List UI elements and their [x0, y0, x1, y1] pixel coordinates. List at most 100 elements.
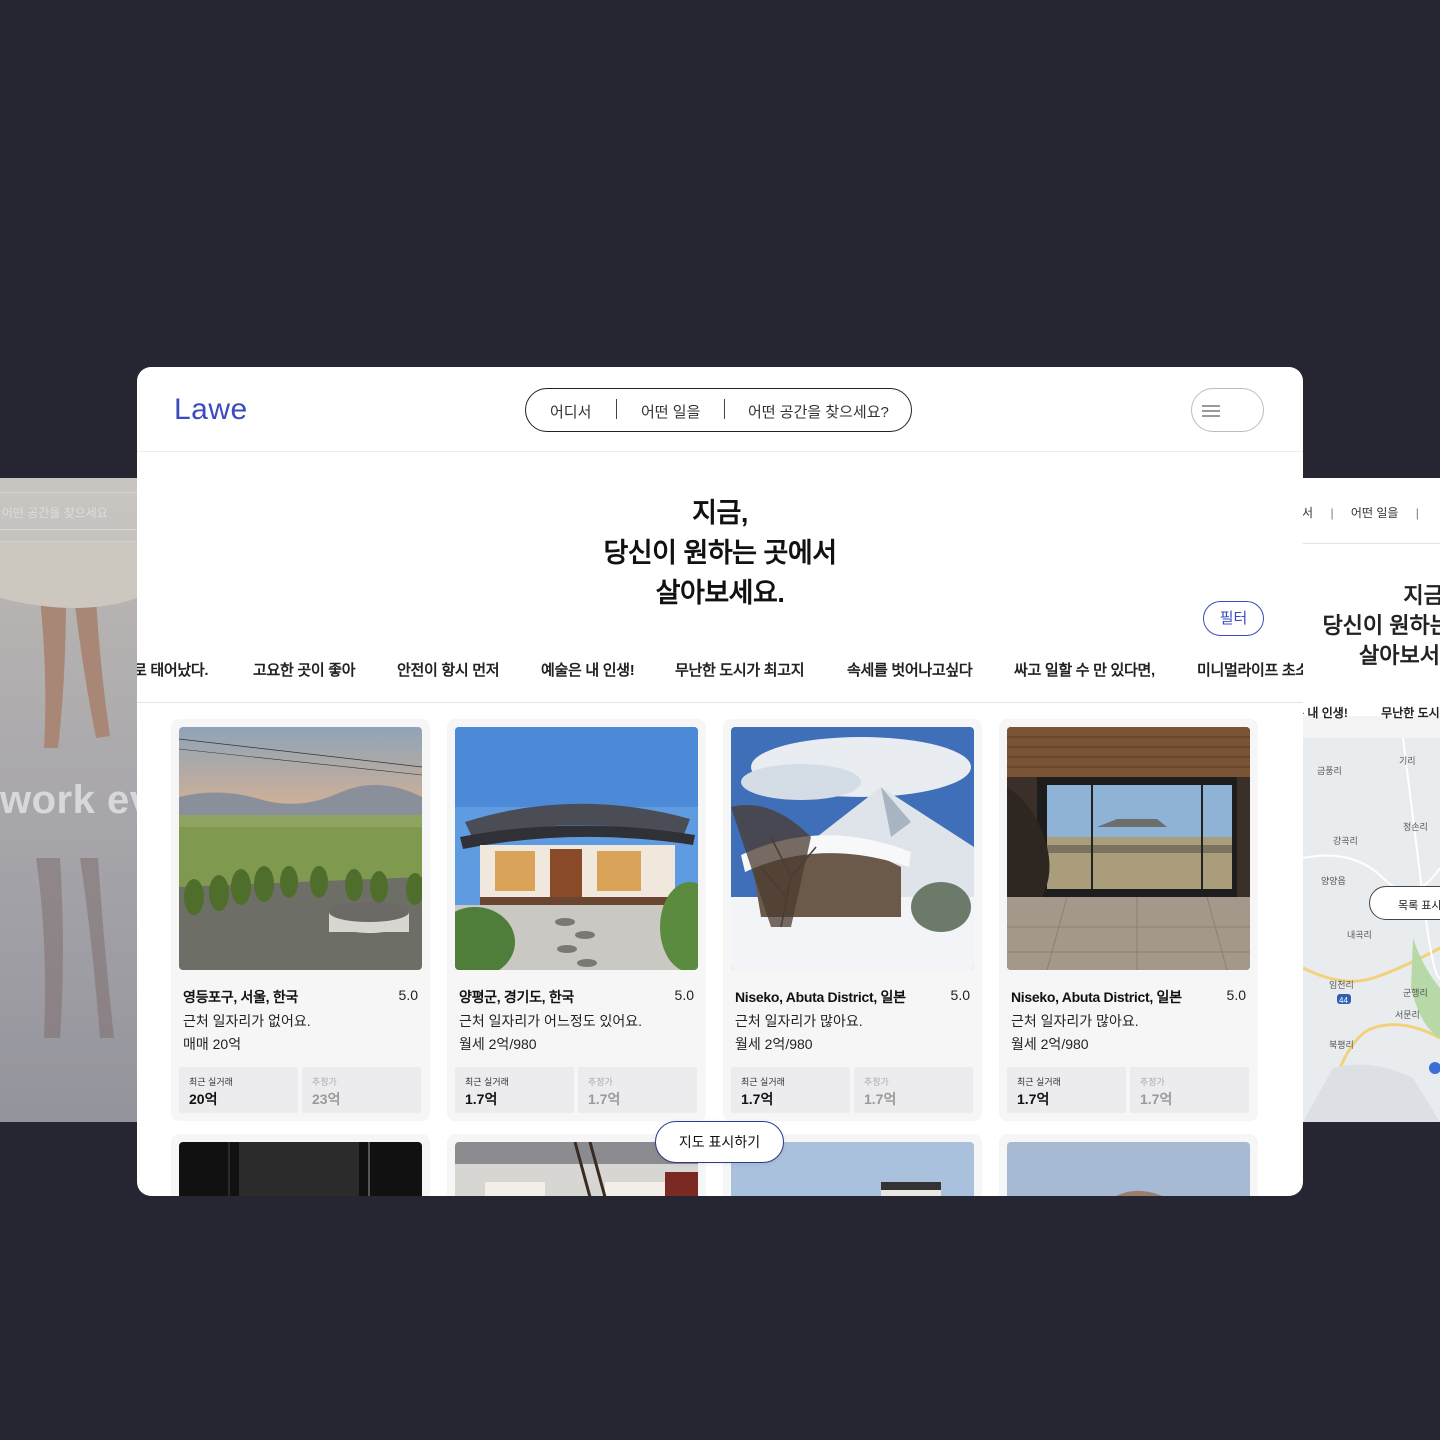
estimate-value: 1.7억 [588, 1091, 621, 1107]
map-label: 북평리 [1329, 1040, 1354, 1050]
listing-photo[interactable] [455, 727, 698, 970]
listing-photo[interactable] [1007, 727, 1250, 970]
logo[interactable]: Lawe [174, 393, 248, 427]
category-tag[interactable]: 안전이 항시 먼저 [397, 659, 500, 680]
estimate-value: 1.7억 [864, 1091, 897, 1107]
category-tag[interactable]: 고요한 곳이 좋아 [253, 659, 356, 680]
right-preview-list-button: 목록 표시하 [1369, 886, 1440, 920]
listing-price: 월세 2억/980 [735, 1036, 813, 1052]
listing-price: 매매 20억 [183, 1036, 242, 1052]
category-tag[interactable]: 속세를 벗어나고싶다 [847, 659, 973, 680]
recent-transaction-box: 최근 실거래 1.7억 [731, 1067, 850, 1113]
listing-card[interactable]: 영등포구, 서울, 한국 5.0 근처 일자리가 없어요. 매매 20억 최근 … [171, 719, 430, 1121]
recent-transaction-box: 최근 실거래 1.7억 [1007, 1067, 1126, 1113]
hero-heading: 지금, 당신이 원하는 곳에서 살아보세요. [137, 493, 1303, 613]
recent-transaction-label: 최근 실거래 [741, 1077, 785, 1087]
listing-photo[interactable] [179, 727, 422, 970]
listing-location: Niseko, Abuta District, 일본 [735, 989, 906, 1005]
map-label: 금풍리 [1317, 766, 1342, 776]
search-where[interactable]: 어디서 [550, 401, 591, 422]
category-tag[interactable]: 로 태어났다. [137, 659, 209, 680]
left-preview-panel: 을 | 어떤 공간을 찾으세요 work ev [0, 478, 137, 1122]
search-bar[interactable]: 어디서 어떤 일을 어떤 공간을 찾으세요? [525, 388, 912, 432]
estimate-box: 추정가 1.7억 [1130, 1067, 1249, 1113]
map-label: 서문리 [1395, 1010, 1420, 1020]
hero-line: 살아보세요. [655, 578, 785, 608]
listing-rating: 5.0 [1226, 987, 1246, 1003]
estimate-label: 추정가 [864, 1077, 889, 1087]
recent-transaction-box: 최근 실거래 20억 [179, 1067, 298, 1113]
listing-rating: 5.0 [674, 987, 694, 1003]
map-label: 군행리 [1403, 988, 1428, 998]
listing-price: 월세 2억/980 [459, 1036, 537, 1052]
search-space[interactable]: 어떤 공간을 찾으세요? [748, 401, 889, 422]
recent-transaction-label: 최근 실거래 [465, 1077, 509, 1087]
right-preview-hero-line: 당신이 원하는 [1322, 613, 1440, 638]
filter-button[interactable]: 필터 [1203, 601, 1264, 636]
recent-transaction-label: 최근 실거래 [1017, 1077, 1061, 1087]
search-what[interactable]: 어떤 일을 [641, 401, 700, 422]
listing-card[interactable] [171, 1134, 430, 1196]
right-preview-hero: 지금, 당신이 원하는 살아보서 [1303, 544, 1440, 716]
recent-transaction-box: 최근 실거래 1.7억 [455, 1067, 574, 1113]
right-preview-tags: 은 내 인생! 무난한 도시 [1303, 704, 1440, 721]
estimate-label: 추정가 [1140, 1077, 1165, 1087]
category-tag[interactable]: 미니멀라이프 초소 [1197, 659, 1303, 680]
right-preview-hero-line: 살아보서 [1359, 643, 1440, 668]
recent-transaction-value: 1.7억 [741, 1091, 774, 1107]
listing-photo[interactable] [179, 1142, 422, 1196]
right-preview-tag: 무난한 도시 [1381, 706, 1440, 720]
listing-description: 근처 일자리가 없어요. [183, 1013, 311, 1029]
show-map-button[interactable]: 지도 표시하기 [655, 1121, 784, 1163]
map-label: 강곡리 [1333, 836, 1358, 846]
estimate-value: 23억 [312, 1091, 341, 1107]
left-preview-veil [0, 478, 137, 1122]
right-preview-map: 금풍리 기리 정손리 강곡리 양양읍 내곡리 임천리 군행리 서문리 북평리 4… [1303, 738, 1440, 1122]
listing-card[interactable]: Niseko, Abuta District, 일본 5.0 근처 일자리가 많… [999, 719, 1258, 1121]
estimate-box: 추정가 1.7억 [854, 1067, 973, 1113]
recent-transaction-label: 최근 실거래 [189, 1077, 233, 1087]
right-preview-nav-item: 어떤 일을 [1350, 506, 1399, 520]
recent-transaction-value: 20억 [189, 1091, 218, 1107]
search-divider [616, 399, 617, 419]
listing-location: 양평군, 경기도, 한국 [459, 989, 574, 1005]
search-divider [724, 399, 725, 419]
category-tag[interactable]: 무난한 도시가 최고지 [675, 659, 805, 680]
right-preview-tag: 은 내 인생! [1303, 706, 1348, 720]
estimate-value: 1.7억 [1140, 1091, 1173, 1107]
map-label: 정손리 [1403, 822, 1428, 832]
listing-card[interactable] [999, 1134, 1258, 1196]
map-label: 기리 [1399, 756, 1416, 766]
recent-transaction-value: 1.7억 [465, 1091, 498, 1107]
listing-location: Niseko, Abuta District, 일본 [1011, 989, 1182, 1005]
listing-card[interactable]: 양평군, 경기도, 한국 5.0 근처 일자리가 어느정도 있어요. 월세 2억… [447, 719, 706, 1121]
listing-card[interactable]: Niseko, Abuta District, 일본 5.0 근처 일자리가 많… [723, 719, 982, 1121]
map-label: 내곡리 [1347, 930, 1372, 940]
listing-description: 근처 일자리가 많아요. [1011, 1013, 1139, 1029]
hamburger-icon [1202, 405, 1220, 417]
listing-description: 근처 일자리가 많아요. [735, 1013, 863, 1029]
listing-photo[interactable] [1007, 1142, 1250, 1196]
map-label: 임천리 [1329, 980, 1354, 990]
right-preview-header: 디서 | 어떤 일을 | [1303, 478, 1440, 544]
hero-line: 당신이 원하는 곳에서 [603, 538, 837, 568]
listing-rating: 5.0 [398, 987, 418, 1003]
hero-line: 지금, [692, 498, 748, 528]
menu-button[interactable] [1191, 388, 1264, 432]
map-label: 44 [1339, 996, 1348, 1005]
app-window: Lawe 어디서 어떤 일을 어떤 공간을 찾으세요? 지금, 당신이 원하는 … [137, 367, 1303, 1196]
estimate-box: 추정가 23억 [302, 1067, 421, 1113]
listing-price: 월세 2억/980 [1011, 1036, 1089, 1052]
right-preview-panel: 디서 | 어떤 일을 | 지금, 당신이 원하는 살아보서 은 내 인생! 무난… [1303, 478, 1440, 1122]
category-tag[interactable]: 싸고 일할 수 만 있다면, [1014, 659, 1155, 680]
category-tag[interactable]: 예술은 내 인생! [541, 659, 635, 680]
listing-rating: 5.0 [950, 987, 970, 1003]
category-tag-strip: 로 태어났다. 고요한 곳이 좋아 안전이 항시 먼저 예술은 내 인생! 무난… [137, 646, 1303, 703]
listing-photo[interactable] [731, 727, 974, 970]
right-preview-nav-item: 디서 [1303, 506, 1314, 520]
estimate-label: 추정가 [312, 1077, 337, 1087]
recent-transaction-value: 1.7억 [1017, 1091, 1050, 1107]
right-preview-hero-line: 지금, [1403, 583, 1440, 608]
listing-location: 영등포구, 서울, 한국 [183, 989, 298, 1005]
map-label: 양양읍 [1321, 876, 1346, 886]
